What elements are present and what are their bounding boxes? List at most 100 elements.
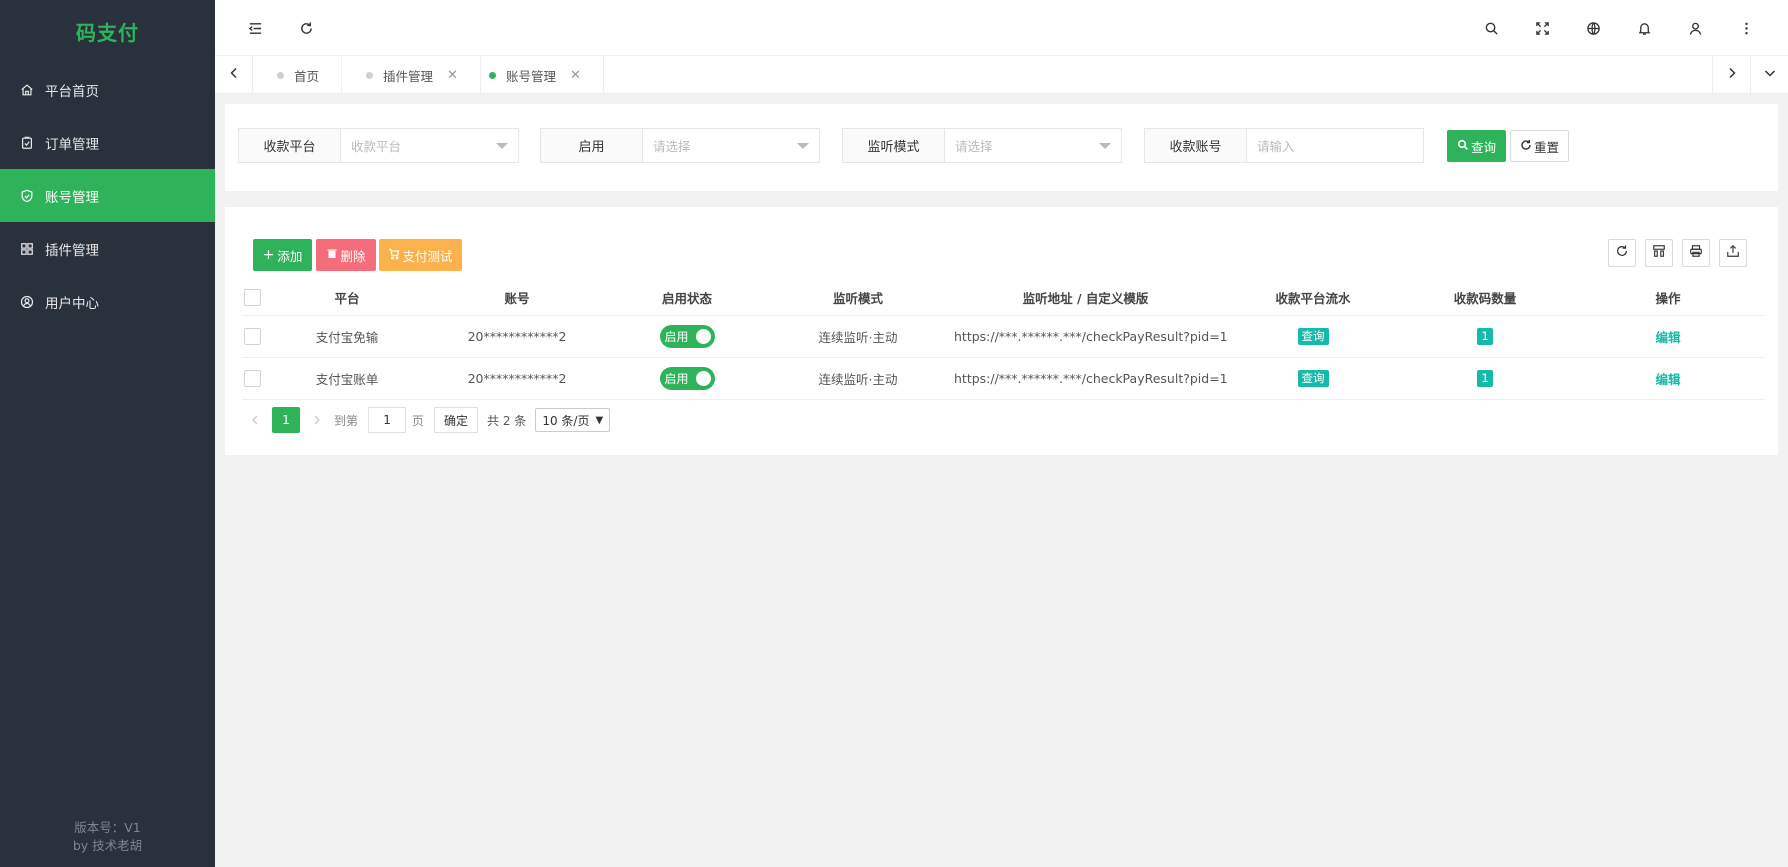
refresh-icon[interactable] (296, 18, 316, 38)
col-header: 账号 (432, 281, 602, 316)
edit-link[interactable]: 编辑 (1655, 330, 1680, 345)
flow-query-button[interactable]: 查询 (1297, 327, 1329, 345)
version-text: 版本号：V1 (74, 820, 141, 835)
pay-test-button[interactable]: 支付测试 (379, 239, 462, 271)
edit-link[interactable]: 编辑 (1655, 372, 1680, 387)
table-columns-button[interactable] (1645, 239, 1673, 267)
shield-icon (20, 189, 34, 203)
filter-label: 收款平台 (239, 129, 341, 162)
cell-account: 20************2 (432, 315, 602, 358)
page-size-select[interactable]: 10 条/页 ▼ (535, 408, 611, 432)
author-text: by 技术老胡 (72, 838, 143, 853)
accounts-table: 平台 账号 启用状态 监听模式 监听地址 / 自定义模版 收款平台流水 收款码数… (242, 281, 1765, 400)
sidebar-item-plugins[interactable]: 插件管理 (0, 222, 215, 275)
pagination: 1 到第 1 页 确定 共 2 条 10 条/页 ▼ (242, 407, 611, 433)
qr-count-badge[interactable]: 1 (1477, 327, 1493, 345)
table-panel: + 添加 删除 支付测试 平台 账号 启用状态 监听模式 监听地址 / 自定义模… (225, 207, 1778, 455)
tabs-dropdown-button[interactable] (1750, 56, 1788, 94)
export-icon (1726, 244, 1740, 262)
select-placeholder: 收款平台 (351, 139, 402, 154)
account-input[interactable]: 请输入 (1247, 129, 1423, 162)
table-print-button[interactable] (1682, 239, 1710, 267)
page-number-current[interactable]: 1 (272, 407, 300, 433)
sidebar-item-label: 平台首页 (45, 83, 99, 100)
toggle-label: 启用 (664, 371, 689, 386)
col-header: 收款平台流水 (1227, 281, 1399, 316)
col-header: 操作 (1571, 281, 1765, 316)
table-header-row: 平台 账号 启用状态 监听模式 监听地址 / 自定义模版 收款平台流水 收款码数… (242, 281, 1765, 316)
sidebar-item-home[interactable]: 平台首页 (0, 63, 215, 116)
search-icon[interactable] (1481, 18, 1501, 38)
bell-icon[interactable] (1634, 18, 1654, 38)
cell-url: https://***.******.***/checkPayResult?pi… (944, 315, 1227, 358)
grid-icon (20, 242, 34, 256)
more-vertical-icon[interactable] (1736, 18, 1756, 38)
tabs-bar: 首页 插件管理 ✕ 账号管理 ✕ (215, 56, 1788, 94)
row-checkbox[interactable] (243, 369, 261, 387)
row-checkbox[interactable] (243, 327, 261, 345)
enable-toggle[interactable]: 启用 (659, 366, 715, 390)
table-refresh-button[interactable] (1608, 239, 1636, 267)
globe-icon[interactable] (1583, 18, 1603, 38)
mode-select[interactable]: 请选择 (945, 129, 1121, 162)
top-bar (215, 0, 1788, 56)
col-header: 监听地址 / 自定义模版 (944, 281, 1227, 316)
select-all-checkbox[interactable] (243, 289, 261, 307)
goto-page-input[interactable]: 1 (368, 407, 407, 433)
col-header: 监听模式 (772, 281, 944, 316)
home-icon (20, 83, 34, 97)
add-button[interactable]: + 添加 (253, 239, 312, 271)
trash-icon (326, 248, 340, 263)
next-page-button[interactable] (304, 407, 330, 433)
chevron-left-icon (228, 67, 240, 83)
reset-button-label: 重置 (1533, 139, 1559, 155)
toggle-label: 启用 (664, 329, 689, 344)
fullscreen-icon[interactable] (1532, 18, 1552, 38)
platform-select[interactable]: 收款平台 (341, 129, 518, 162)
search-button-label: 查询 (1470, 139, 1496, 155)
refresh-icon (1520, 139, 1534, 154)
close-icon[interactable]: ✕ (447, 68, 458, 83)
order-icon (20, 136, 34, 150)
goto-confirm-button[interactable]: 确定 (434, 407, 479, 433)
sidebar-item-user-center[interactable]: 用户中心 (0, 275, 215, 328)
sidebar-footer: 版本号：V1 by 技术老胡 (0, 819, 215, 855)
flow-query-button[interactable]: 查询 (1297, 369, 1329, 387)
prev-page-button[interactable] (242, 407, 268, 433)
page-unit-label: 页 (412, 413, 425, 428)
tab-home[interactable]: 首页 (253, 56, 343, 94)
toggle-knob (695, 370, 711, 386)
caret-down-icon (496, 143, 508, 149)
tabs-prev-button[interactable] (215, 56, 253, 94)
chevron-down-icon: ▼ (595, 414, 604, 426)
filter-label: 收款账号 (1145, 129, 1247, 162)
print-icon (1689, 244, 1703, 262)
tab-accounts[interactable]: 账号管理 ✕ (465, 56, 604, 94)
tab-plugins[interactable]: 插件管理 ✕ (342, 56, 481, 94)
user-circle-icon (20, 295, 34, 309)
total-count: 共 2 条 (487, 413, 527, 428)
cell-url: https://***.******.***/checkPayResult?pi… (944, 357, 1227, 400)
reset-button[interactable]: 重置 (1510, 130, 1569, 162)
select-placeholder: 请选择 (955, 139, 993, 154)
cell-platform: 支付宝免输 (262, 315, 432, 358)
enable-toggle[interactable]: 启用 (659, 324, 715, 348)
qr-count-badge[interactable]: 1 (1477, 369, 1493, 387)
tab-dot (489, 71, 496, 79)
menu-fold-icon[interactable] (245, 18, 265, 38)
enable-select[interactable]: 请选择 (643, 129, 819, 162)
add-button-label: 添加 (277, 248, 303, 264)
enable-filter: 启用 请选择 (540, 128, 820, 163)
table-export-button[interactable] (1719, 239, 1747, 267)
filter-panel: 收款平台 收款平台 启用 请选择 监听模式 请选择 收款账号 请输入 查询 重置 (225, 104, 1778, 191)
goto-label: 到第 (334, 413, 359, 428)
plus-icon: + (262, 247, 275, 263)
search-button[interactable]: 查询 (1447, 130, 1506, 162)
delete-button[interactable]: 删除 (316, 239, 376, 271)
tabs-next-button[interactable] (1712, 56, 1750, 94)
user-icon[interactable] (1685, 18, 1705, 38)
sidebar-item-accounts[interactable]: 账号管理 (0, 169, 215, 222)
sidebar-item-orders[interactable]: 订单管理 (0, 116, 215, 169)
platform-filter: 收款平台 收款平台 (238, 128, 519, 163)
close-icon[interactable]: ✕ (570, 68, 581, 83)
